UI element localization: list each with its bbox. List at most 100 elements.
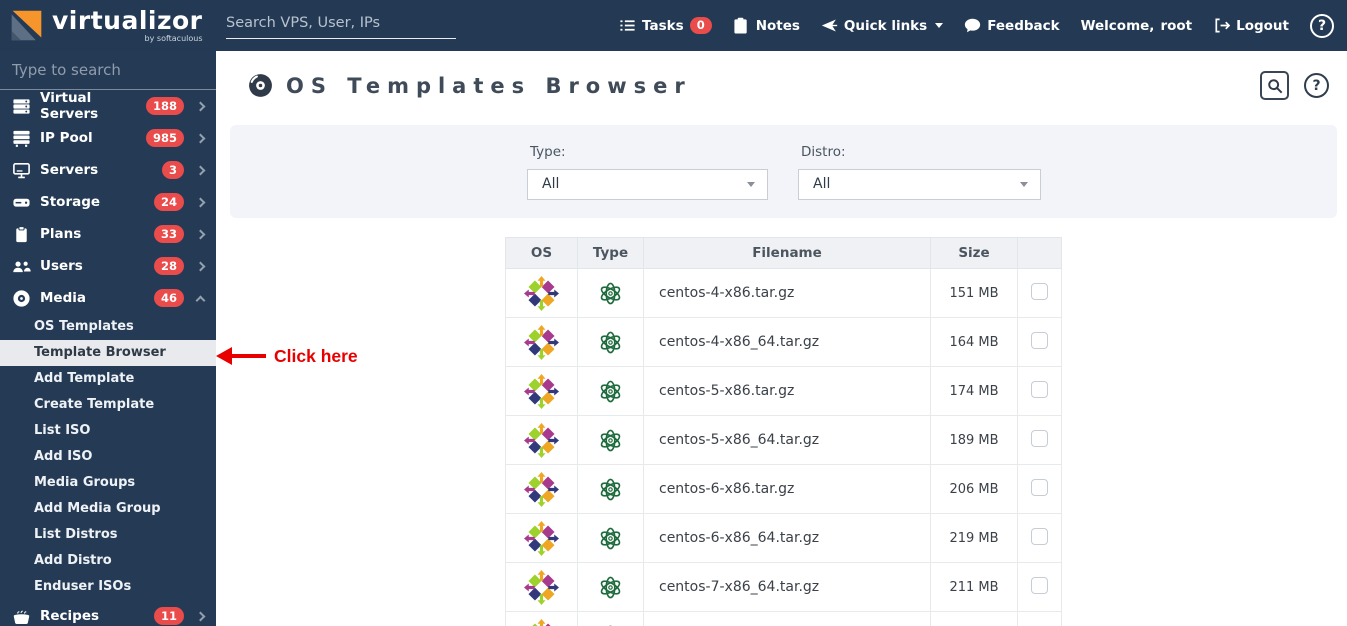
count-badge: 28 — [153, 257, 184, 275]
count-badge: 985 — [145, 129, 184, 147]
row-checkbox[interactable] — [1031, 576, 1048, 594]
centos-icon — [524, 471, 559, 507]
sidebar-item-ip-pool[interactable]: IP Pool 985 — [0, 122, 216, 154]
filename-cell: centos-5-x86_64.tar.gz — [643, 415, 931, 465]
sidebar-item-media[interactable]: Media 46 — [0, 282, 216, 314]
tasks-label: Tasks — [642, 17, 684, 34]
os-cell — [505, 464, 578, 514]
chevron-right-icon — [195, 165, 206, 175]
submenu-template-browser[interactable]: Template Browser — [0, 340, 216, 366]
quick-links-menu[interactable]: Quick links — [821, 17, 944, 34]
table-row: centos-5-x86.tar.gz 174 MB — [505, 366, 1062, 416]
chevron-right-icon — [195, 261, 206, 271]
row-checkbox[interactable] — [1031, 527, 1048, 545]
submenu-add-media-group[interactable]: Add Media Group — [0, 496, 216, 522]
select-cell — [1017, 366, 1062, 416]
sidebar-search-input[interactable] — [0, 61, 216, 79]
type-filter-label: Type: — [530, 143, 566, 160]
filename-cell: centos-7-x86_64.tar.gz — [643, 562, 931, 612]
row-checkbox[interactable] — [1031, 282, 1048, 300]
os-cell — [505, 366, 578, 416]
virtualization-type-icon — [605, 625, 616, 626]
centos-icon — [524, 569, 559, 605]
header-help-icon[interactable]: ? — [1310, 13, 1334, 38]
feedback-menu[interactable]: Feedback — [964, 17, 1060, 34]
size-cell: 164 MB — [930, 317, 1018, 367]
select-cell — [1017, 562, 1062, 612]
chevron-right-icon — [195, 611, 206, 621]
filename-cell: centos-4-x86.tar.gz — [643, 268, 931, 318]
media-disc-icon — [12, 289, 31, 308]
chevron-down-icon — [747, 181, 755, 187]
search-icon — [1267, 78, 1282, 93]
os-cell — [505, 611, 578, 626]
col-header-os: OS — [505, 237, 578, 269]
notes-label: Notes — [755, 17, 800, 34]
chevron-up-icon — [195, 295, 206, 305]
virtualizor-logo-icon — [11, 10, 42, 41]
submenu-enduser-isos[interactable]: Enduser ISOs — [0, 574, 216, 600]
row-checkbox[interactable] — [1031, 478, 1048, 496]
sidebar-item-label: Storage — [40, 194, 101, 210]
distro-filter: Distro: All — [798, 144, 1041, 200]
tasks-menu[interactable]: Tasks 0 — [619, 16, 712, 35]
select-cell — [1017, 611, 1062, 626]
size-cell: 189 MB — [930, 415, 1018, 465]
submenu-add-iso[interactable]: Add ISO — [0, 444, 216, 470]
count-badge: 3 — [161, 161, 184, 179]
templates-table: OS Type Filename Size centos-4-x86.tar.g… — [505, 237, 1062, 626]
sidebar-item-servers[interactable]: Servers 3 — [0, 154, 216, 186]
distro-filter-select[interactable]: All — [798, 168, 1041, 200]
centos-icon — [524, 422, 559, 458]
sidebar-item-recipes[interactable]: Recipes 11 — [0, 600, 216, 626]
filename-cell: centos-6-x86_64.tar.gz — [643, 513, 931, 563]
size-cell: 206 MB — [930, 464, 1018, 514]
feedback-label: Feedback — [987, 17, 1060, 34]
type-filter-select[interactable]: All — [527, 168, 768, 200]
sidebar-item-storage[interactable]: Storage 24 — [0, 186, 216, 218]
os-cell — [505, 562, 578, 612]
arrow-left-icon — [216, 347, 232, 365]
logout-button[interactable]: Logout — [1213, 17, 1289, 34]
table-header-row: OS Type Filename Size — [505, 237, 1062, 269]
type-cell — [577, 366, 644, 416]
filename-cell: centos-5-x86.tar.gz — [643, 366, 931, 416]
table-row: centos-7-x86_64.tar.gz 211 MB — [505, 562, 1062, 612]
table-search-button[interactable] — [1260, 71, 1289, 100]
main-content: OS Templates Browser ? Type: All Distro:… — [216, 51, 1347, 626]
row-checkbox[interactable] — [1031, 380, 1048, 398]
virtualizor-logo[interactable]: virtualizor by softaculous — [0, 7, 216, 44]
sidebar-item-users[interactable]: Users 28 — [0, 250, 216, 282]
global-search — [226, 12, 456, 39]
submenu-os-templates[interactable]: OS Templates — [0, 314, 216, 340]
submenu-create-template[interactable]: Create Template — [0, 392, 216, 418]
submenu-list-iso[interactable]: List ISO — [0, 418, 216, 444]
size-cell: 211 MB — [930, 562, 1018, 612]
sidebar-item-label: Servers — [40, 162, 99, 178]
filename-cell — [643, 611, 931, 626]
global-search-input[interactable] — [226, 15, 456, 31]
welcome-prefix: Welcome, — [1080, 17, 1155, 34]
submenu-media-groups[interactable]: Media Groups — [0, 470, 216, 496]
sidebar-item-virtual-servers[interactable]: Virtual Servers 188 — [0, 90, 216, 122]
sidebar-item-label: Recipes — [40, 608, 100, 624]
type-cell — [577, 268, 644, 318]
row-checkbox[interactable] — [1031, 331, 1048, 349]
submenu-add-distro[interactable]: Add Distro — [0, 548, 216, 574]
centos-icon — [524, 373, 559, 409]
row-checkbox[interactable] — [1031, 429, 1048, 447]
annotation-label: Click here — [274, 345, 358, 366]
table-row: centos-5-x86_64.tar.gz 189 MB — [505, 415, 1062, 465]
submenu-add-template[interactable]: Add Template — [0, 366, 216, 392]
type-filter-value: All — [542, 176, 560, 192]
sidebar-search — [0, 51, 216, 90]
users-icon — [12, 257, 31, 276]
centos-icon — [528, 618, 555, 626]
page-header: OS Templates Browser ? — [216, 51, 1347, 120]
notes-menu[interactable]: Notes — [733, 17, 800, 34]
sidebar-item-plans[interactable]: Plans 33 — [0, 218, 216, 250]
virtualization-type-icon — [600, 282, 621, 304]
submenu-list-distros[interactable]: List Distros — [0, 522, 216, 548]
top-bar: virtualizor by softaculous Tasks 0 Notes… — [0, 0, 1347, 51]
page-help-icon[interactable]: ? — [1304, 73, 1329, 98]
